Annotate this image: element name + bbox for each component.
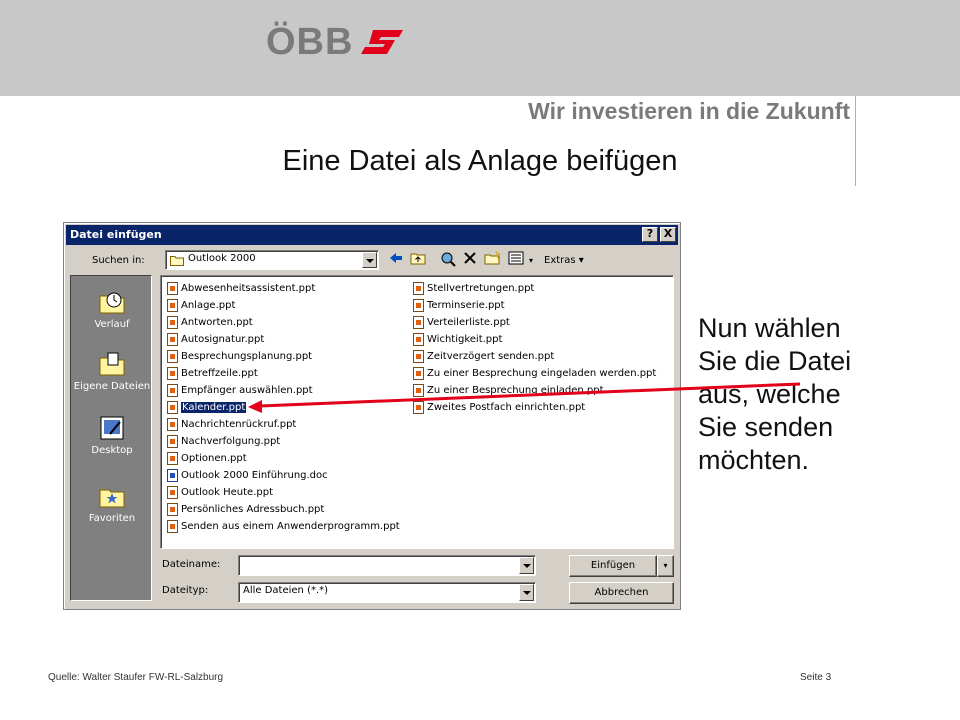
page-number: Seite 3 bbox=[800, 672, 832, 683]
pointer-arrow bbox=[248, 382, 801, 413]
source-footer: Quelle: Walter Staufer FW-RL-Salzburg bbox=[48, 672, 224, 683]
